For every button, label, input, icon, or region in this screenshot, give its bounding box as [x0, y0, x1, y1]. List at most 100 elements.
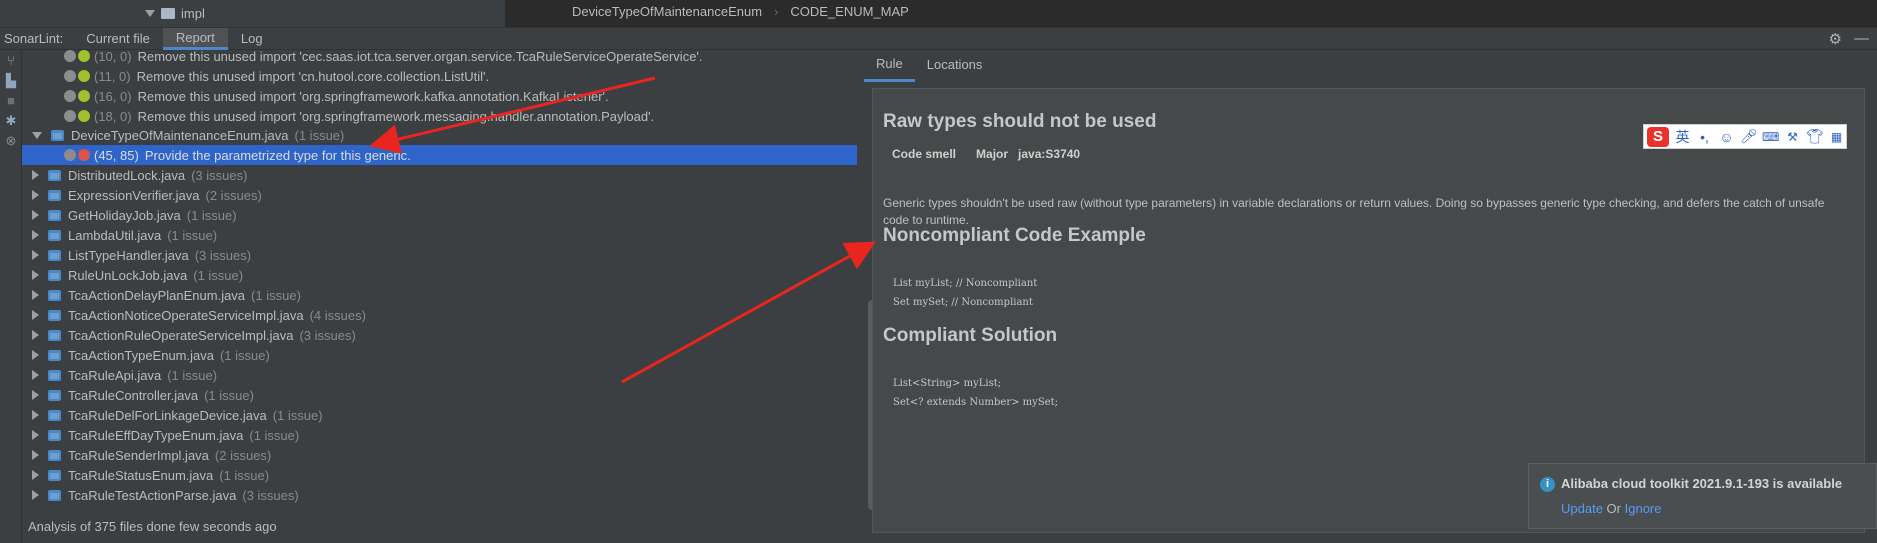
breadcrumb-field[interactable]: CODE_ENUM_MAP — [790, 4, 908, 19]
breadcrumb-class[interactable]: DeviceTypeOfMaintenanceEnum — [572, 4, 762, 19]
file-name: TcaActionRuleOperateServiceImpl.java — [68, 327, 294, 343]
file-name: TcaRuleTestActionParse.java — [68, 487, 237, 503]
file-name: TcaActionDelayPlanEnum.java — [68, 287, 246, 303]
chevron-right-icon[interactable] — [32, 230, 39, 240]
file-node[interactable]: RuleUnLockJob.java (1 issue) — [22, 265, 856, 285]
file-node[interactable]: TcaRuleApi.java (1 issue) — [22, 365, 856, 385]
code-smell-icon — [64, 149, 76, 161]
chevron-right-icon[interactable] — [32, 430, 39, 440]
chevron-right-icon[interactable] — [32, 370, 39, 380]
file-node[interactable]: TcaActionNoticeOperateServiceImpl.java (4… — [22, 305, 856, 325]
tab-rule[interactable]: Rule — [864, 50, 915, 82]
chevron-right-icon[interactable] — [32, 390, 39, 400]
file-node[interactable]: TcaActionDelayPlanEnum.java (1 issue) — [22, 285, 856, 305]
chevron-right-icon[interactable] — [32, 170, 39, 180]
issue-row[interactable]: (16, 0) Remove this unused import 'org.s… — [22, 86, 856, 106]
chevron-right-icon[interactable] — [32, 490, 39, 500]
rule-title: Raw types should not be used — [883, 111, 1157, 132]
minor-severity-icon — [78, 70, 90, 82]
file-name: DeviceTypeOfMaintenanceEnum.java — [71, 127, 289, 143]
issue-count: (3 issues) — [242, 487, 299, 503]
chevron-right-icon[interactable] — [32, 450, 39, 460]
toolbox-icon[interactable]: ⚒ — [1784, 130, 1801, 144]
folder-label: impl — [181, 6, 205, 21]
file-node[interactable]: TcaRuleSenderImpl.java (2 issues) — [22, 445, 856, 465]
minor-severity-icon — [78, 50, 90, 62]
folder-icon — [161, 8, 175, 19]
issue-row[interactable]: (10, 0) Remove this unused import 'cec.s… — [22, 46, 856, 66]
microphone-icon[interactable]: 🎤︎ — [1740, 128, 1758, 145]
file-node[interactable]: TcaActionRuleOperateServiceImpl.java (3 i… — [22, 325, 856, 345]
file-node[interactable]: ListTypeHandler.java (3 issues) — [22, 245, 856, 265]
chevron-right-icon[interactable] — [32, 410, 39, 420]
file-node[interactable]: TcaRuleStatusEnum.java (1 issue) — [22, 465, 856, 485]
minimize-icon[interactable]: — — [1854, 30, 1869, 48]
file-node[interactable]: TcaRuleController.java (1 issue) — [22, 385, 856, 405]
chevron-right-icon[interactable] — [32, 310, 39, 320]
issue-row[interactable]: (18, 0) Remove this unused import 'org.s… — [22, 106, 856, 126]
gear-icon[interactable]: ⚙ — [1829, 30, 1842, 48]
issue-count: (1 issue) — [219, 347, 270, 363]
issue-location: (16, 0) — [94, 88, 132, 104]
sogou-logo-icon[interactable]: S — [1647, 126, 1669, 147]
clear-icon[interactable]: ⊗ — [4, 134, 18, 148]
minor-severity-icon — [78, 90, 90, 102]
issue-count: (4 issues) — [309, 307, 366, 323]
emoji-icon[interactable]: ☺ — [1718, 129, 1735, 145]
java-class-icon — [47, 248, 63, 262]
chevron-right-icon[interactable] — [32, 350, 39, 360]
issue-count: (1 issue) — [204, 387, 254, 403]
file-node[interactable]: LambdaUtil.java (1 issue) — [22, 225, 856, 245]
skin-shirt-icon[interactable]: 👕︎ — [1806, 128, 1824, 145]
file-name: TcaRuleSenderImpl.java — [68, 447, 209, 463]
chevron-right-icon[interactable] — [32, 330, 39, 340]
issue-message: Provide the parametrized type for this g… — [144, 147, 411, 163]
file-name: TcaRuleApi.java — [68, 367, 162, 383]
rule-type: Code smell — [892, 147, 957, 161]
selected-issue-row[interactable]: (45, 85) Provide the parametrized type f… — [22, 145, 857, 165]
analyze-vcs-icon[interactable]: ⑂ — [4, 54, 18, 68]
menu-grid-icon[interactable]: ▦ — [1828, 130, 1845, 144]
notification-actions: Update Or Ignore — [1561, 501, 1662, 516]
tools-icon[interactable]: ✱ — [4, 114, 18, 128]
detail-tabbar: Rule Locations — [864, 50, 1877, 82]
chevron-right-icon[interactable] — [32, 290, 39, 300]
file-node[interactable]: ExpressionVerifier.java (2 issues) — [22, 185, 856, 205]
ignore-link[interactable]: Ignore — [1625, 501, 1662, 516]
java-class-icon — [47, 448, 63, 462]
compliant-code: List<String> myList; Set<? extends Numbe… — [893, 378, 1058, 408]
chevron-right-icon[interactable] — [32, 250, 39, 260]
chevron-right-icon[interactable] — [32, 210, 39, 220]
rule-severity: Major — [976, 147, 1009, 161]
issue-message: Remove this unused import 'org.springfra… — [137, 108, 655, 124]
file-node[interactable]: DistributedLock.java (3 issues) — [22, 165, 856, 185]
toolwindow-title: SonarLint: — [4, 31, 64, 46]
stop-icon[interactable]: ■ — [4, 94, 18, 108]
chevron-right-icon[interactable] — [32, 470, 39, 480]
update-link[interactable]: Update — [1561, 501, 1603, 516]
keyboard-icon[interactable]: ⌨ — [1762, 130, 1779, 144]
file-node[interactable]: TcaRuleDelForLinkageDevice.java (1 issue) — [22, 405, 856, 425]
file-node[interactable]: TcaActionTypeEnum.java (1 issue) — [22, 345, 856, 365]
file-node[interactable]: TcaRuleEffDayTypeEnum.java (1 issue) — [22, 425, 856, 445]
java-class-icon — [47, 208, 63, 222]
issue-count: (1 issue) — [294, 127, 345, 143]
issue-count: (1 issue) — [167, 367, 218, 383]
analyze-files-icon[interactable]: ▙ — [4, 74, 18, 88]
chevron-down-icon[interactable] — [32, 131, 42, 139]
breadcrumb-separator-icon: › — [774, 4, 779, 19]
file-node-expanded[interactable]: DeviceTypeOfMaintenanceEnum.java (1 issu… — [22, 125, 856, 145]
issue-location: (18, 0) — [94, 108, 132, 124]
issue-row[interactable]: (11, 0) Remove this unused import 'cn.hu… — [22, 66, 856, 86]
file-node[interactable]: TcaRuleTestActionParse.java (3 issues) — [22, 485, 856, 505]
toolwindow-actions: ⚙ — — [1829, 30, 1869, 48]
tree-folder-impl[interactable]: impl — [145, 6, 205, 21]
punctuation-icon[interactable]: •, — [1696, 129, 1713, 145]
chevron-right-icon[interactable] — [32, 190, 39, 200]
ime-toolbar: S 英 •, ☺ 🎤︎ ⌨ ⚒ 👕︎ ▦ — [1643, 124, 1847, 149]
issue-type-icons — [64, 110, 90, 122]
ime-language-toggle[interactable]: 英 — [1674, 127, 1691, 147]
tab-locations[interactable]: Locations — [915, 50, 995, 82]
chevron-right-icon[interactable] — [32, 270, 39, 280]
file-node[interactable]: GetHolidayJob.java (1 issue) — [22, 205, 856, 225]
